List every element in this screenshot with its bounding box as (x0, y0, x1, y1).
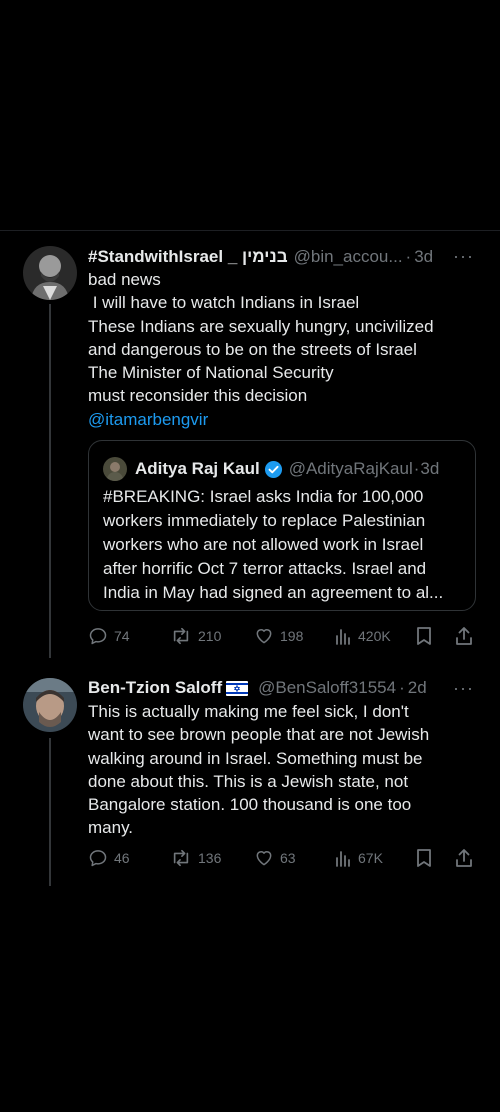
tweet-line: and dangerous to be on the streets of Is… (88, 339, 417, 359)
tweet-line: This is actually making me feel sick, I … (88, 702, 409, 721)
reply-icon (88, 626, 108, 646)
reply-button[interactable]: 46 (88, 848, 130, 868)
repost-count: 210 (198, 628, 222, 644)
author-name[interactable]: #StandwithIsrael _ בנימין (88, 247, 288, 267)
like-button[interactable]: 198 (254, 626, 303, 646)
author-name[interactable]: Ben-Tzion Saloff (88, 678, 222, 698)
views-count: 67K (358, 850, 383, 866)
tweet-line: These Indians are sexually hungry, unciv… (88, 316, 434, 336)
tweet-line: done about this. This is a Jewish state,… (88, 771, 409, 791)
repost-button[interactable]: 210 (170, 626, 221, 646)
bookmark-button[interactable] (415, 848, 433, 868)
quote-line: #BREAKING: Israel asks India for 100,000 (103, 487, 424, 506)
separator: · (399, 678, 405, 697)
reply-count: 46 (114, 850, 130, 866)
reply-count: 74 (114, 628, 130, 644)
tweet-line: bad news (88, 270, 161, 289)
share-icon (454, 626, 474, 646)
tweet-line: I will have to watch Indians in Israel (88, 293, 360, 313)
views-icon (334, 626, 352, 646)
separator: · (405, 247, 412, 266)
quote-timestamp: 3d (420, 459, 440, 478)
heart-icon (254, 848, 274, 868)
quote-line: India in May had signed an agreement to … (103, 583, 444, 602)
tweet-line: must reconsider this decision (88, 386, 308, 406)
tweet-header: #StandwithIsrael _ בנימין @bin_accou... … (88, 247, 460, 267)
more-options-icon[interactable]: ··· (453, 246, 474, 267)
separator: · (413, 459, 420, 478)
reply-icon (88, 848, 108, 868)
more-options-icon[interactable]: ··· (453, 678, 474, 699)
author-handle[interactable]: @BenSaloff31554 (258, 678, 396, 698)
like-button[interactable]: 63 (254, 848, 296, 868)
avatar[interactable] (23, 678, 77, 732)
tweet-text: This is actually making me feel sick, I … (88, 700, 480, 840)
reply-button[interactable]: 74 (88, 626, 130, 646)
thread-line (49, 304, 51, 658)
tweet-header: Ben-Tzion Saloff @BenSaloff31554 · 2d (88, 678, 460, 698)
views-button[interactable]: 420K (334, 626, 391, 646)
bookmark-icon (415, 848, 433, 868)
bookmark-button[interactable] (415, 626, 433, 646)
author-handle[interactable]: @bin_accou... (294, 247, 403, 267)
timestamp[interactable]: 3d (414, 247, 433, 267)
like-count: 63 (280, 850, 296, 866)
repost-button[interactable]: 136 (170, 848, 221, 868)
quote-author-handle: @AdityaRajKaul (288, 459, 413, 478)
quote-text: #BREAKING: Israel asks India for 100,000… (103, 485, 467, 605)
repost-count: 136 (198, 850, 222, 866)
quote-line: after horrific Oct 7 terror attacks. Isr… (103, 559, 427, 578)
tweet-line: want to see brown people that are not Je… (88, 725, 430, 745)
quote-author-name: Aditya Raj Kaul (135, 459, 260, 478)
mention-link[interactable]: @itamarbengvir (88, 408, 480, 431)
share-button[interactable] (454, 848, 474, 868)
avatar[interactable] (23, 246, 77, 300)
top-divider (0, 230, 500, 231)
quote-line: workers immediately to replace Palestini… (103, 511, 426, 530)
quote-header: Aditya Raj Kaul @AdityaRajKaul · 3d (103, 457, 465, 481)
heart-icon (254, 626, 274, 646)
quote-avatar (103, 457, 127, 481)
action-bar: 74 210 198 420K (88, 626, 486, 648)
action-bar: 46 136 63 67K (88, 848, 486, 870)
tweet-line: many. (88, 818, 134, 838)
tweet-line: walking around in Israel. Something must… (88, 748, 423, 768)
repost-icon (170, 848, 192, 868)
quoted-tweet-card[interactable]: Aditya Raj Kaul @AdityaRajKaul · 3d #BRE… (88, 440, 476, 611)
views-count: 420K (358, 628, 391, 644)
share-icon (454, 848, 474, 868)
views-button[interactable]: 67K (334, 848, 383, 868)
quote-line: workers who are not allowed work in Isra… (103, 535, 424, 554)
thread-line (49, 738, 51, 886)
like-count: 198 (280, 628, 304, 644)
israel-flag-icon (226, 680, 249, 696)
tweet-line: The Minister of National Security (88, 363, 334, 383)
timestamp[interactable]: 2d (408, 678, 427, 698)
repost-icon (170, 626, 192, 646)
tweet-line: Bangalore station. 100 thousand is one t… (88, 795, 412, 815)
verified-badge-icon (264, 460, 283, 479)
views-icon (334, 848, 352, 868)
bookmark-icon (415, 626, 433, 646)
tweet-text: bad news I will have to watch Indians in… (88, 268, 480, 431)
share-button[interactable] (454, 626, 474, 646)
